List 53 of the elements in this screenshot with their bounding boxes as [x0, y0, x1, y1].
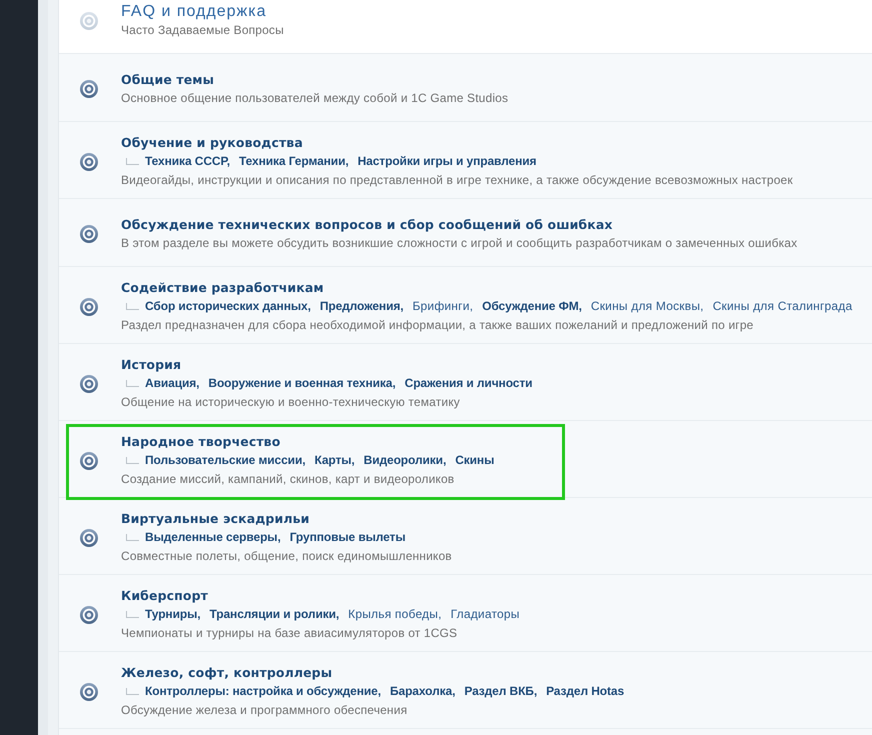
- subforum-link[interactable]: Сбор исторических данных,: [145, 297, 311, 316]
- forum-description: В этом разделе вы можете обсудить возникшие сложности с игрой и сообщить разработчикам о замеченных ошибках: [121, 235, 798, 252]
- subforum-link[interactable]: Крылья победы,: [348, 605, 442, 624]
- subforum-link[interactable]: Техника Германии,: [238, 152, 349, 171]
- subforum-link[interactable]: Выделенные серверы,: [145, 528, 281, 547]
- subforum-link[interactable]: Скины для Сталинграда: [712, 297, 852, 316]
- subforum-link[interactable]: Раздел ВКБ,: [464, 682, 538, 701]
- subforum-link[interactable]: Брифинги,: [412, 297, 474, 316]
- subforum-link[interactable]: Настройки игры и управления: [358, 152, 536, 171]
- branch-line-icon: [126, 688, 139, 695]
- branch-line-icon: [126, 158, 139, 165]
- forum-title-link[interactable]: Народное творчество: [121, 432, 280, 451]
- forum-title-link[interactable]: История: [121, 355, 182, 374]
- forum-title-link[interactable]: Обсуждение технических вопросов и сбор сообщений об ошибках: [121, 215, 613, 234]
- subforum-link[interactable]: Турниры,: [145, 605, 200, 624]
- forum-description: Общение на историческую и военно-техническую тематику: [121, 394, 460, 411]
- forum-description: Чемпионаты и турниры на базе авиасимуляторов от 1CGS: [121, 625, 458, 642]
- subforum-link[interactable]: Скины: [455, 451, 494, 470]
- forum-title-link[interactable]: Содействие разработчикам: [121, 278, 324, 297]
- subforum-link[interactable]: Обсуждение ФМ,: [482, 297, 582, 316]
- subforum-link[interactable]: Контроллеры: настройка и обсуждение,: [145, 682, 381, 701]
- subforum-link[interactable]: Сражения и личности: [404, 374, 532, 393]
- forum-description: Часто Задаваемые Вопросы: [121, 22, 284, 39]
- branch-line-icon: [126, 457, 139, 464]
- forum-description: Основное общение пользователей между собой и 1C Game Studios: [121, 90, 508, 107]
- forum-title-link[interactable]: FAQ и поддержка: [121, 2, 266, 21]
- forum-description: Обсуждение железа и программного обеспечения: [121, 702, 408, 719]
- branch-line-icon: [126, 611, 139, 618]
- subforum-link[interactable]: Групповые вылеты: [290, 528, 406, 547]
- forum-title-link[interactable]: Общие темы: [121, 70, 214, 89]
- subforum-link[interactable]: Пользовательские миссии,: [145, 451, 306, 470]
- subforum-link[interactable]: Трансляции и ролики,: [209, 605, 340, 624]
- subforum-link[interactable]: Предложения,: [320, 297, 404, 316]
- forum-description: Создание миссий, кампаний, скинов, карт и видеороликов: [121, 471, 454, 488]
- subforum-link[interactable]: Гладиаторы: [450, 605, 520, 624]
- subforum-link[interactable]: Техника СССР,: [145, 152, 230, 171]
- forum-title-link[interactable]: Виртуальные эскадрильи: [121, 509, 310, 528]
- forum-title-link[interactable]: Обучение и руководства: [121, 133, 303, 152]
- branch-line-icon: [126, 380, 139, 387]
- subforum-link[interactable]: Барахолка,: [390, 682, 456, 701]
- forum-description: Видеогайды, инструкции и описания по представленной в игре технике, а также обсуждение всевозможных настроек: [121, 172, 793, 189]
- subforum-link[interactable]: Карты,: [314, 451, 355, 470]
- branch-line-icon: [126, 303, 139, 310]
- subforum-link[interactable]: Скины для Москвы,: [590, 297, 704, 316]
- subforum-link[interactable]: Видеоролики,: [364, 451, 446, 470]
- forum-title-link[interactable]: Железо, софт, контроллеры: [121, 663, 332, 682]
- forum-description: Совместные полеты, общение, поиск единомышленников: [121, 548, 452, 565]
- forum-title-link[interactable]: Киберспорт: [121, 586, 208, 605]
- subforum-link[interactable]: Раздел Hotas: [546, 682, 624, 701]
- subforum-link[interactable]: Вооружение и военная техника,: [208, 374, 396, 393]
- branch-line-icon: [126, 534, 139, 541]
- forum-description: Раздел предназначен для сбора необходимой информации, а также ваших пожеланий и предложений по игре: [121, 317, 754, 334]
- subforum-link[interactable]: Авиация,: [145, 374, 200, 393]
